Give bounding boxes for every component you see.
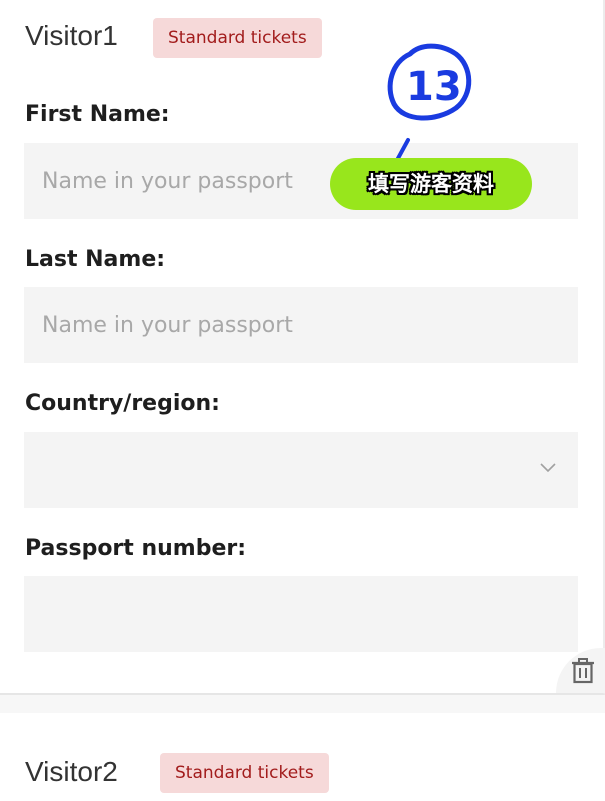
- passport-number-label: Passport number:: [25, 536, 247, 561]
- passport-number-field[interactable]: [24, 576, 578, 652]
- first-name-label: First Name:: [25, 102, 170, 127]
- visitor2-title: Visitor2: [25, 756, 118, 787]
- passport-number-input[interactable]: [42, 576, 578, 652]
- visitor2-ticket-badge: Standard tickets: [160, 753, 329, 793]
- country-region-select[interactable]: [24, 432, 578, 508]
- visitor1-title: Visitor1: [25, 20, 118, 51]
- sticker-caption: 填写游客资料: [368, 172, 494, 196]
- trash-icon: [572, 658, 594, 684]
- last-name-label: Last Name:: [25, 247, 166, 272]
- visitor-form-page: Visitor1 Standard tickets First Name: La…: [0, 0, 605, 801]
- country-region-label: Country/region:: [25, 391, 220, 416]
- step-number-annotation: 13: [380, 40, 480, 165]
- caption-sticker: 填写游客资料: [330, 158, 532, 210]
- last-name-field[interactable]: [24, 287, 578, 363]
- delete-visitor-button[interactable]: [556, 648, 605, 693]
- visitor1-ticket-badge: Standard tickets: [153, 18, 322, 58]
- card-separator: [0, 695, 605, 713]
- visitor1-card: Visitor1 Standard tickets First Name: La…: [0, 0, 605, 695]
- last-name-input[interactable]: [42, 287, 578, 363]
- step-number-text: 13: [406, 64, 462, 110]
- chevron-down-icon: [540, 463, 556, 473]
